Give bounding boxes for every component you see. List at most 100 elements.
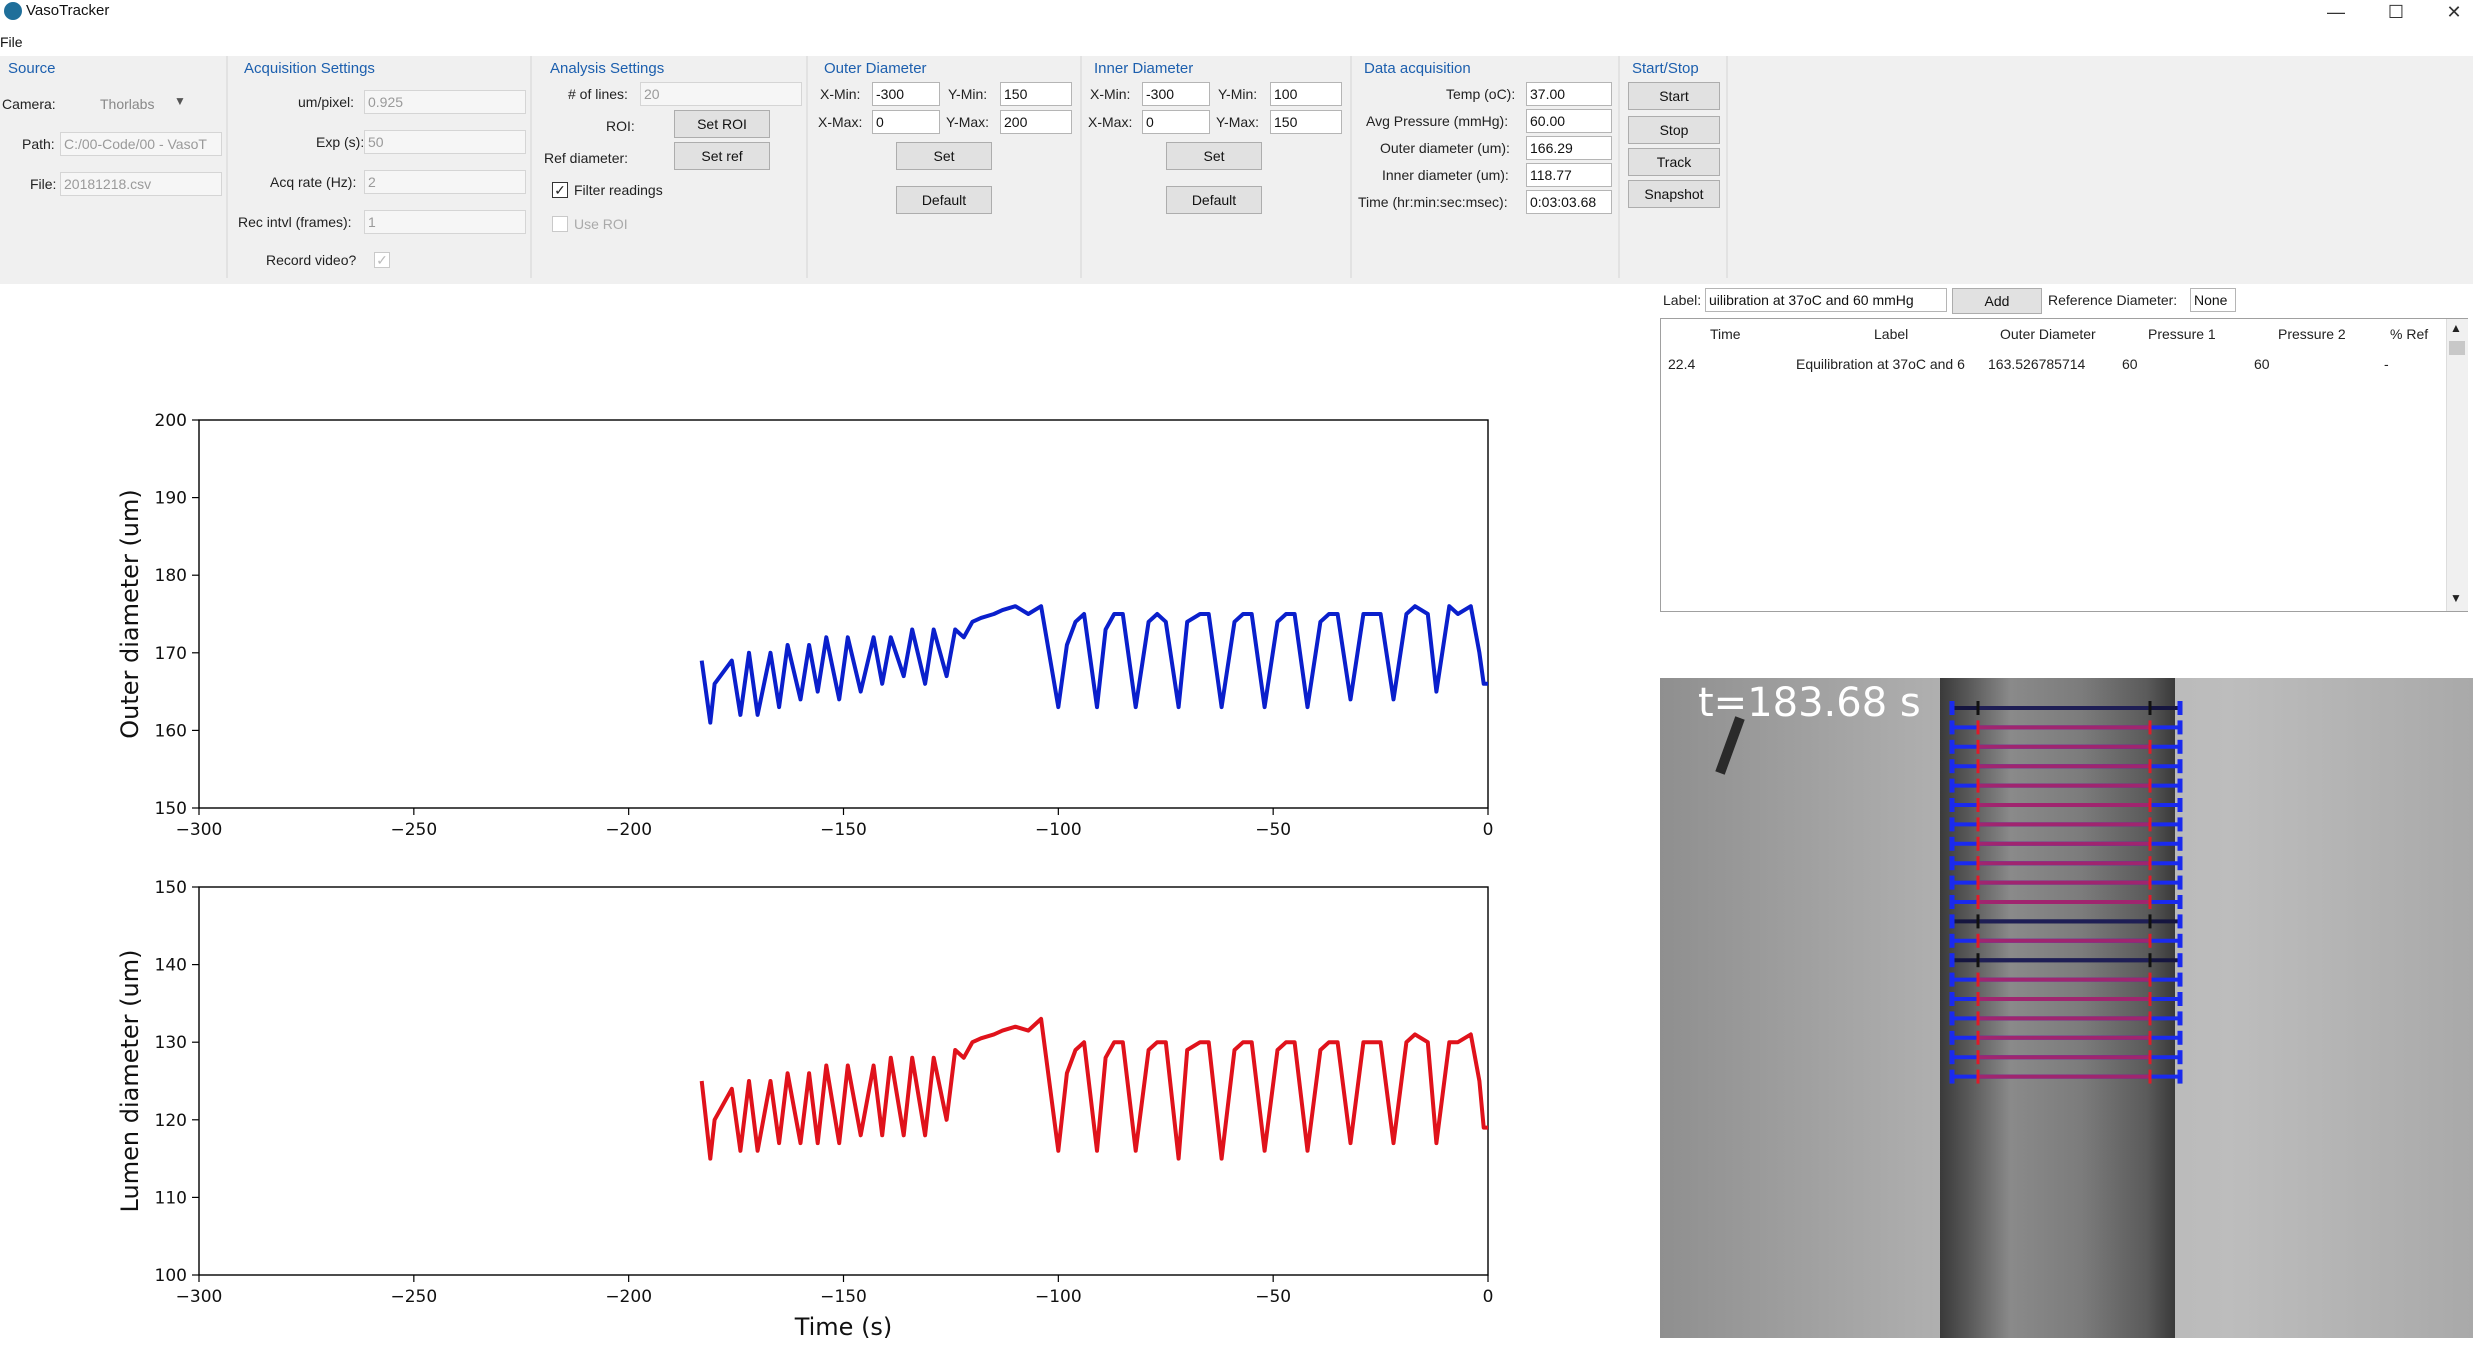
x-tick-label: −300	[176, 820, 223, 840]
exp-field[interactable]: 50	[364, 130, 526, 154]
scrollbar-thumb[interactable]	[2449, 341, 2465, 355]
outer-xmin-label: X-Min:	[820, 86, 861, 102]
filter-checkbox[interactable]: ✓	[552, 182, 568, 198]
pressure-field[interactable]: 60.00	[1526, 109, 1612, 133]
reference-diameter-field[interactable]: None	[2190, 288, 2236, 312]
inner-xmin-label: X-Min:	[1090, 86, 1131, 102]
video-time-overlay: t=183.68 s	[1698, 680, 1921, 726]
source-group: Source Camera: Thorlabs ▼ Path: C:/00-Co…	[0, 56, 228, 278]
stop-button[interactable]: Stop	[1628, 116, 1720, 144]
inner-diameter-label: Inner diameter (um):	[1382, 167, 1509, 183]
app-logo-icon	[4, 2, 22, 20]
set-roi-button[interactable]: Set ROI	[674, 110, 770, 138]
outer-ymax-label: Y-Max:	[946, 114, 990, 130]
outer-diameter-field[interactable]: 166.29	[1526, 136, 1612, 160]
minimize-button[interactable]: —	[2312, 0, 2360, 24]
inner-title: Inner Diameter	[1094, 60, 1194, 77]
x-tick-label: −200	[605, 820, 652, 840]
acqrate-field[interactable]: 2	[364, 170, 526, 194]
path-field[interactable]: C:/00-Code/00 - VasoT	[60, 132, 222, 156]
time-field[interactable]: 0:03:03.68	[1526, 190, 1612, 214]
analysis-title: Analysis Settings	[550, 60, 665, 77]
column-header-pct-ref[interactable]: % Ref	[2390, 326, 2428, 342]
inner-xmax-label: X-Max:	[1088, 114, 1133, 130]
chevron-down-icon[interactable]: ▼	[174, 94, 186, 108]
y-tick-label: 100	[155, 1266, 187, 1286]
column-header-pressure-2[interactable]: Pressure 2	[2278, 326, 2346, 342]
inner-xmax-field[interactable]: 0	[1142, 110, 1210, 134]
camera-select[interactable]: Thorlabs	[100, 96, 154, 112]
temp-field[interactable]: 37.00	[1526, 82, 1612, 106]
y-tick-label: 190	[155, 489, 187, 509]
title-bar	[0, 0, 2473, 26]
acquisition-title: Acquisition Settings	[244, 60, 375, 77]
y-tick-label: 150	[155, 799, 187, 819]
temp-label: Temp (oC):	[1446, 86, 1516, 102]
outer-default-button[interactable]: Default	[896, 186, 992, 214]
scroll-up-icon[interactable]: ▲	[2450, 321, 2462, 335]
startstop-title: Start/Stop	[1632, 60, 1699, 77]
acquisition-group: Acquisition Settings um/pixel: 0.925 Exp…	[234, 56, 532, 278]
x-tick-label: −50	[1255, 820, 1291, 840]
file-label: File:	[30, 176, 57, 192]
table-cell-time: 22.4	[1668, 356, 1696, 372]
file-field[interactable]: 20181218.csv	[60, 172, 222, 196]
analysis-group: Analysis Settings # of lines: 20 ROI: Se…	[540, 56, 808, 278]
vessel-image	[1660, 678, 2473, 1338]
table-scrollbar[interactable]: ▲ ▼	[2446, 319, 2468, 611]
x-tick-label: −150	[820, 820, 867, 840]
outer-ymin-field[interactable]: 150	[1000, 82, 1072, 106]
plot-frame	[198, 886, 1489, 1276]
add-button[interactable]: Add	[1952, 288, 2042, 314]
table-cell-outer-diameter: 163.526785714	[1988, 356, 2086, 372]
x-tick-label: −50	[1255, 1287, 1291, 1307]
menu-file[interactable]: File	[0, 34, 23, 50]
outer-title: Outer Diameter	[824, 60, 927, 77]
label-input[interactable]: uilibration at 37oC and 60 mmHg	[1705, 288, 1947, 312]
column-header-label[interactable]: Label	[1874, 326, 1908, 342]
outer-set-button[interactable]: Set	[896, 142, 992, 170]
inner-ymax-field[interactable]: 150	[1270, 110, 1342, 134]
track-button[interactable]: Track	[1628, 148, 1720, 176]
close-button[interactable]: ✕	[2430, 0, 2473, 24]
y-tick-label: 160	[155, 721, 187, 741]
column-header-pressure-1[interactable]: Pressure 1	[2148, 326, 2216, 342]
inner-ymin-label: Y-Min:	[1218, 86, 1258, 102]
exp-label: Exp (s):	[316, 134, 365, 150]
lines-field[interactable]: 20	[640, 82, 802, 106]
outer-diameter-group: Outer Diameter X-Min: -300 Y-Min: 150 X-…	[816, 56, 1082, 278]
inner-default-button[interactable]: Default	[1166, 186, 1262, 214]
recintvl-label: Rec intvl (frames):	[238, 214, 352, 230]
camera-label: Camera:	[2, 96, 56, 112]
recvideo-checkbox[interactable]: ✓	[374, 252, 390, 268]
recintvl-field[interactable]: 1	[364, 210, 526, 234]
x-tick-label: 0	[1483, 820, 1494, 840]
x-tick-label: −100	[1035, 820, 1082, 840]
y-tick-label: 130	[155, 1033, 187, 1053]
set-ref-button[interactable]: Set ref	[674, 142, 770, 170]
column-header-time[interactable]: Time	[1710, 326, 1741, 342]
recvideo-label: Record video?	[266, 252, 357, 268]
table-cell-pct-ref: -	[2384, 356, 2389, 372]
data-acq-title: Data acquisition	[1364, 60, 1471, 77]
inner-ymin-field[interactable]: 100	[1270, 82, 1342, 106]
outer-xmax-field[interactable]: 0	[872, 110, 940, 134]
lumen-diameter-plot: −300 −250 −200 −150 −100 −50 0 100 110 120 130 140 1…	[116, 878, 1493, 1341]
snapshot-button[interactable]: Snapshot	[1628, 180, 1720, 208]
start-button[interactable]: Start	[1628, 82, 1720, 110]
outer-xmax-label: X-Max:	[818, 114, 863, 130]
column-header-outer-diameter[interactable]: Outer Diameter	[2000, 326, 2096, 342]
y-tick-label: 180	[155, 566, 187, 586]
inner-xmin-field[interactable]: -300	[1142, 82, 1210, 106]
y-tick-label: 110	[155, 1188, 187, 1208]
inner-diameter-field[interactable]: 118.77	[1526, 163, 1612, 187]
outer-xmin-field[interactable]: -300	[872, 82, 940, 106]
lines-label: # of lines:	[568, 86, 628, 102]
scroll-down-icon[interactable]: ▼	[2450, 591, 2462, 605]
outer-ymax-field[interactable]: 200	[1000, 110, 1072, 134]
inner-set-button[interactable]: Set	[1166, 142, 1262, 170]
useroi-checkbox[interactable]	[552, 216, 568, 232]
y-tick-label: 200	[155, 411, 187, 431]
maximize-button[interactable]: ☐	[2372, 0, 2420, 24]
umpixel-field[interactable]: 0.925	[364, 90, 526, 114]
